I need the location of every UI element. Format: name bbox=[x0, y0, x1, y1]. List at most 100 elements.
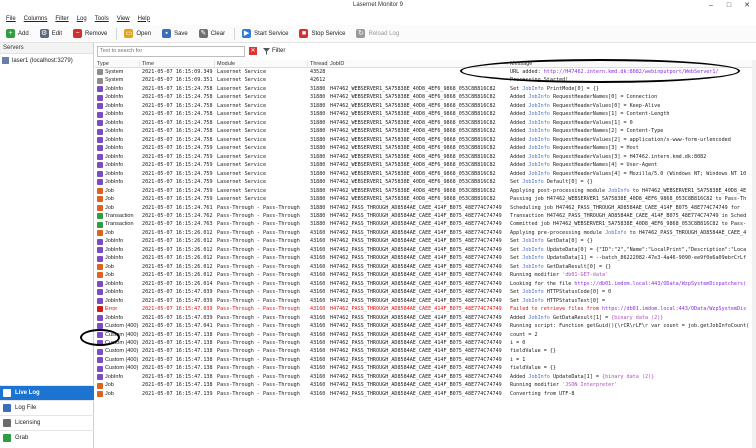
search-box[interactable] bbox=[97, 45, 245, 57]
log-row[interactable]: Job 2021-05-07 16:15:26.012 Pass-Through -… bbox=[95, 263, 756, 271]
save-label: Save bbox=[174, 30, 188, 37]
col-message[interactable]: Message bbox=[508, 60, 756, 67]
server-item[interactable]: laser1 (localhost:3279) bbox=[2, 57, 91, 64]
edit-button[interactable]: ⚙ Edit bbox=[37, 27, 67, 41]
nav-licensing[interactable]: Licensing bbox=[0, 415, 94, 430]
cell-message: Set JobInfo UpdateData[1] = --batch_8622… bbox=[510, 255, 747, 262]
open-button[interactable]: ▭ Open bbox=[121, 27, 156, 41]
log-row[interactable]: Job 2021-05-07 16:15:47.138 Pass-Through -… bbox=[95, 381, 756, 389]
log-row[interactable]: JobInfo 2021-05-07 16:15:26.012 Pass-Throu… bbox=[95, 246, 756, 254]
nav-grab[interactable]: Grab bbox=[0, 430, 94, 445]
log-row[interactable]: JobInfo 2021-05-07 16:15:24.759 Lasernet S… bbox=[95, 170, 756, 178]
cell-thread: 31880 bbox=[310, 162, 326, 169]
log-row[interactable]: JobInfo 2021-05-07 16:15:24.758 Lasernet S… bbox=[95, 136, 756, 144]
log-row[interactable]: Transaction 2021-05-07 16:15:24.763 Pass-T… bbox=[95, 220, 756, 228]
menu-help[interactable]: Help bbox=[134, 16, 154, 22]
reload-log-button[interactable]: ↻ Reload Log bbox=[353, 27, 404, 41]
clear-filter-icon[interactable]: ✕ bbox=[249, 47, 257, 55]
maximize-button[interactable]: □ bbox=[720, 0, 738, 12]
log-row[interactable]: JobInfo 2021-05-07 16:15:26.012 Pass-Throu… bbox=[95, 237, 756, 245]
reload-log-icon: ↻ bbox=[356, 29, 366, 38]
cell-message: Running modifier 'JSON Interpreter' bbox=[510, 382, 618, 389]
menu-file[interactable]: File bbox=[2, 16, 20, 22]
cell-message: Running script: Function getGuid(){\rCR\… bbox=[510, 323, 750, 330]
log-row[interactable]: Custom (400) 2021-05-07 16:15:47.138 Pass-… bbox=[95, 347, 756, 355]
error-type-icon bbox=[97, 306, 103, 313]
job-type-icon bbox=[97, 230, 103, 237]
cell-thread: 43160 bbox=[310, 280, 326, 287]
log-row[interactable]: Job 2021-05-07 16:15:24.759 Lasernet Servi… bbox=[95, 195, 756, 203]
menu-view[interactable]: View bbox=[113, 16, 134, 22]
log-row[interactable]: JobInfo 2021-05-07 16:15:24.758 Lasernet S… bbox=[95, 85, 756, 93]
stop-service-button[interactable]: ■ Stop Service bbox=[296, 27, 350, 41]
toolbar-separator bbox=[116, 27, 118, 40]
log-row[interactable]: Job 2021-05-07 16:15:47.139 Pass-Through -… bbox=[95, 390, 756, 398]
save-button[interactable]: ▪ Save bbox=[159, 27, 193, 41]
menu-filter[interactable]: Filter bbox=[51, 16, 72, 22]
log-row[interactable]: JobInfo 2021-05-07 16:15:24.758 Lasernet S… bbox=[95, 93, 756, 101]
menu-tools[interactable]: Tools bbox=[91, 16, 113, 22]
type-label: JobInfo bbox=[105, 297, 124, 304]
log-row[interactable]: Job 2021-05-07 16:15:26.012 Pass-Through -… bbox=[95, 271, 756, 279]
cell-type: JobInfo bbox=[95, 153, 140, 161]
search-input[interactable] bbox=[100, 48, 230, 54]
log-row[interactable]: JobInfo 2021-05-07 16:15:24.759 Lasernet S… bbox=[95, 153, 756, 161]
vertical-scrollbar[interactable] bbox=[752, 60, 756, 448]
log-row[interactable]: JobInfo 2021-05-07 16:15:26.012 Pass-Throu… bbox=[95, 254, 756, 262]
nav-log-file[interactable]: Log File bbox=[0, 400, 94, 415]
log-row[interactable]: Custom (400) 2021-05-07 16:15:47.041 Pass-… bbox=[95, 322, 756, 330]
col-type[interactable]: Type bbox=[95, 60, 140, 67]
cell-message: Added JobInfo RequestHeaderValues[3] = H… bbox=[510, 153, 707, 160]
log-row[interactable]: JobInfo 2021-05-07 16:15:24.759 Lasernet S… bbox=[95, 178, 756, 186]
log-row[interactable]: Job 2021-05-07 16:15:24.759 Lasernet Servi… bbox=[95, 187, 756, 195]
minimize-button[interactable]: – bbox=[702, 0, 720, 12]
cell-module: Lasernet Service bbox=[217, 85, 267, 92]
add-button[interactable]: + Add bbox=[3, 27, 34, 41]
col-jobid[interactable]: JobID bbox=[328, 60, 508, 67]
log-row[interactable]: Job 2021-05-07 16:15:26.012 Pass-Through -… bbox=[95, 229, 756, 237]
log-row[interactable]: JobInfo 2021-05-07 16:15:24.758 Lasernet S… bbox=[95, 119, 756, 127]
cell-message: Processing Started! bbox=[510, 77, 569, 84]
jobinfo-type-icon bbox=[97, 289, 103, 296]
menu-log[interactable]: Log bbox=[73, 16, 91, 22]
cell-thread: 31880 bbox=[310, 196, 326, 203]
log-row[interactable]: JobInfo 2021-05-07 16:15:24.758 Lasernet S… bbox=[95, 102, 756, 110]
col-thread[interactable]: Thread bbox=[308, 60, 328, 67]
log-row[interactable]: Transaction 2021-05-07 16:15:24.762 Pass-T… bbox=[95, 212, 756, 220]
log-row[interactable]: JobInfo 2021-05-07 16:15:26.014 Pass-Throu… bbox=[95, 280, 756, 288]
col-time[interactable]: Time bbox=[140, 60, 215, 67]
log-row[interactable]: Custom (400) 2021-05-07 16:15:47.138 Pass-… bbox=[95, 356, 756, 364]
log-row[interactable]: JobInfo 2021-05-07 16:15:47.039 Pass-Throu… bbox=[95, 297, 756, 305]
log-row[interactable]: JobInfo 2021-05-07 16:15:24.759 Lasernet S… bbox=[95, 161, 756, 169]
start-service-button[interactable]: ▶ Start Service bbox=[239, 27, 293, 41]
close-button[interactable]: ✕ bbox=[738, 0, 756, 12]
jobinfo-type-icon bbox=[97, 162, 103, 169]
menu-columns[interactable]: Columns bbox=[20, 16, 52, 22]
cell-jobid: H47462_PASS_THROUGH_AD8584AE_CAEE_414F_B… bbox=[330, 204, 502, 211]
cell-time: 2021-05-07 16:15:09.349 bbox=[142, 69, 213, 75]
job-type-icon bbox=[97, 264, 103, 271]
cell-jobid: H47462_PASS_THROUGH_AD8584AE_CAEE_414F_B… bbox=[330, 255, 502, 262]
log-row[interactable]: JobInfo 2021-05-07 16:15:24.758 Lasernet S… bbox=[95, 110, 756, 118]
col-module[interactable]: Module bbox=[215, 60, 308, 67]
clear-button[interactable]: ✎ Clear bbox=[196, 27, 230, 41]
log-row[interactable]: Custom (400) 2021-05-07 16:15:47.138 Pass-… bbox=[95, 364, 756, 372]
log-row[interactable]: System 2021-05-07 16:15:09.349 Lasernet Se… bbox=[95, 68, 756, 76]
log-grid: Type Time Module Thread JobID Message Sy… bbox=[95, 60, 756, 448]
log-row[interactable]: JobInfo 2021-05-07 16:15:24.759 Lasernet S… bbox=[95, 144, 756, 152]
cell-jobid: H47462_WEBSERVER1_5A75838E_40D8_4EF6_986… bbox=[330, 128, 496, 135]
log-row[interactable]: Custom (400) 2021-05-07 16:15:47.138 Pass-… bbox=[95, 339, 756, 347]
log-row[interactable]: System 2021-05-07 16:15:09.351 Lasernet Se… bbox=[95, 76, 756, 84]
log-row[interactable]: JobInfo 2021-05-07 16:15:47.039 Pass-Throu… bbox=[95, 314, 756, 322]
remove-button[interactable]: − Remove bbox=[70, 27, 112, 41]
log-row[interactable]: Job 2021-05-07 16:15:24.761 Pass-Through -… bbox=[95, 204, 756, 212]
log-row[interactable]: JobInfo 2021-05-07 16:15:24.758 Lasernet S… bbox=[95, 127, 756, 135]
cell-module: Lasernet Service bbox=[217, 145, 267, 152]
log-row[interactable]: JobInfo 2021-05-07 16:15:47.138 Pass-Throu… bbox=[95, 373, 756, 381]
log-row[interactable]: JobInfo 2021-05-07 16:15:47.039 Pass-Throu… bbox=[95, 288, 756, 296]
log-row[interactable]: Custom (400) 2021-05-07 16:15:47.138 Pass-… bbox=[95, 331, 756, 339]
nav-live-log[interactable]: Live Log bbox=[0, 385, 94, 400]
filter-button[interactable]: Filter bbox=[263, 47, 285, 55]
custom-type-icon bbox=[97, 348, 103, 355]
log-row[interactable]: Error 2021-05-07 16:15:47.039 Pass-Through… bbox=[95, 305, 756, 313]
